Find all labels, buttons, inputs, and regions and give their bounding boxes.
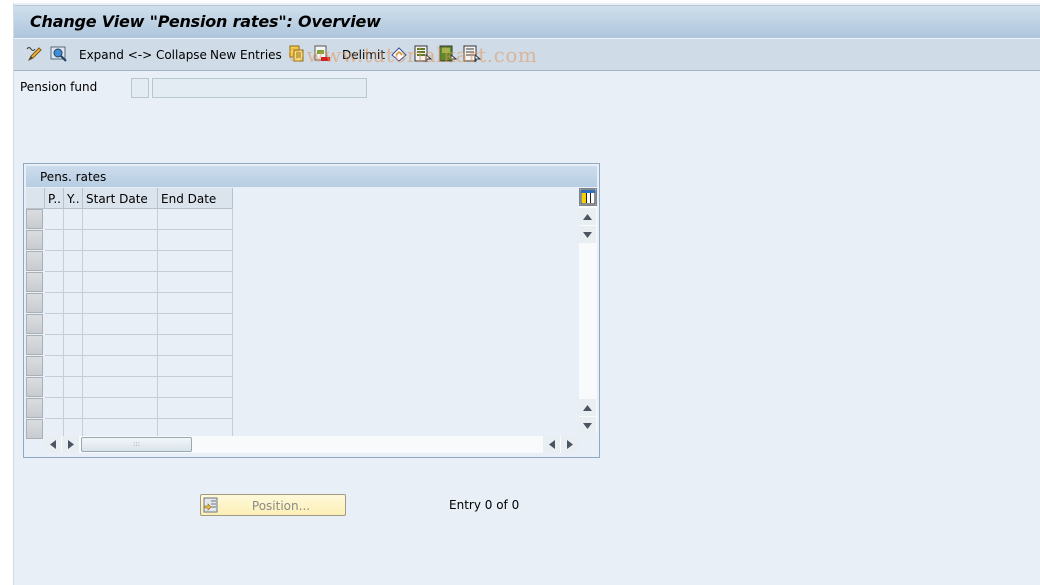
column-header-start-date[interactable]: Start Date xyxy=(83,188,158,209)
table-cell-start-date[interactable] xyxy=(83,314,158,335)
row-selector[interactable] xyxy=(26,251,43,271)
scroll-left-end-button[interactable] xyxy=(543,436,560,453)
table-cell-y[interactable] xyxy=(64,314,83,335)
new-entries-button[interactable]: New Entries xyxy=(210,45,282,65)
table-cell-end-date[interactable] xyxy=(158,272,233,293)
table-cell-y[interactable] xyxy=(64,398,83,419)
title-bar: Change View "Pension rates": Overview xyxy=(14,5,1040,38)
table-cell-end-date[interactable] xyxy=(158,398,233,419)
table-cell-p[interactable] xyxy=(45,314,64,335)
row-selector[interactable] xyxy=(26,398,43,418)
table-cell-start-date[interactable] xyxy=(83,398,158,419)
table-cell-y[interactable] xyxy=(64,251,83,272)
table-cell-p[interactable] xyxy=(45,293,64,314)
application-toolbar: Expand <-> Collapse New Entries Delimit xyxy=(14,38,1040,71)
table-cell-start-date[interactable] xyxy=(83,377,158,398)
table-cell-p[interactable] xyxy=(45,272,64,293)
scroll-right-end-button[interactable] xyxy=(561,436,578,453)
copy-as-icon[interactable] xyxy=(288,45,306,63)
scroll-up-button[interactable] xyxy=(579,208,596,225)
table-cell-p[interactable] xyxy=(45,377,64,398)
delimit-button[interactable]: Delimit xyxy=(342,45,385,65)
pension-fund-text-field xyxy=(152,78,367,98)
arrow-up-icon xyxy=(583,404,592,411)
position-button-label: Position... xyxy=(251,499,311,513)
arrow-right-icon xyxy=(566,440,573,449)
pension-fund-key-field[interactable] xyxy=(131,78,149,98)
column-header-y[interactable]: Y.. xyxy=(64,188,83,209)
table-caption: Pens. rates xyxy=(26,166,597,187)
table-cell-end-date[interactable] xyxy=(158,377,233,398)
arrow-down-icon xyxy=(583,422,592,429)
table-cell-start-date[interactable] xyxy=(83,356,158,377)
row-selector[interactable] xyxy=(26,209,43,229)
table-cell-end-date[interactable] xyxy=(158,293,233,314)
table-cell-end-date[interactable] xyxy=(158,335,233,356)
table-cell-start-date[interactable] xyxy=(83,209,158,230)
scroll-right-button[interactable] xyxy=(62,436,79,453)
table-cell-p[interactable] xyxy=(45,251,64,272)
scroll-page-up-button[interactable] xyxy=(579,399,596,416)
row-selector[interactable] xyxy=(26,314,43,334)
table-cell-start-date[interactable] xyxy=(83,251,158,272)
expand-collapse-button[interactable]: Expand <-> Collapse xyxy=(79,45,207,65)
table-cell-y[interactable] xyxy=(64,272,83,293)
table-cell-p[interactable] xyxy=(45,209,64,230)
deselect-all-icon[interactable] xyxy=(463,45,481,63)
row-selector[interactable] xyxy=(26,335,43,355)
table-cell-start-date[interactable] xyxy=(83,335,158,356)
table-cell-start-date[interactable] xyxy=(83,293,158,314)
sap-screen: Change View "Pension rates": Overview Ex… xyxy=(13,3,1040,585)
row-selector[interactable] xyxy=(26,377,43,397)
column-header-p[interactable]: P.. xyxy=(45,188,64,209)
table-cell-y[interactable] xyxy=(64,356,83,377)
table-cell-p[interactable] xyxy=(45,398,64,419)
table-cell-y[interactable] xyxy=(64,209,83,230)
scroll-down-button[interactable] xyxy=(579,226,596,243)
find-icon[interactable] xyxy=(50,45,68,63)
scroll-page-down-button[interactable] xyxy=(579,417,596,434)
row-selector[interactable] xyxy=(26,419,43,439)
table-cell-p[interactable] xyxy=(45,356,64,377)
row-selector[interactable] xyxy=(26,356,43,376)
table-cell-start-date[interactable] xyxy=(83,230,158,251)
table-cell-end-date[interactable] xyxy=(158,314,233,335)
page-title: Change View "Pension rates": Overview xyxy=(30,12,381,31)
undo-change-icon[interactable] xyxy=(390,45,408,63)
vertical-scrollbar[interactable] xyxy=(579,188,597,434)
table-cell-end-date[interactable] xyxy=(158,251,233,272)
select-all-icon[interactable] xyxy=(414,45,432,63)
arrow-up-icon xyxy=(583,213,592,220)
table-cell-end-date[interactable] xyxy=(158,356,233,377)
arrow-left-icon xyxy=(548,440,555,449)
table-cell-y[interactable] xyxy=(64,377,83,398)
column-header-end-date[interactable]: End Date xyxy=(158,188,233,209)
arrow-down-icon xyxy=(583,231,592,238)
table-settings-icon[interactable] xyxy=(579,188,597,206)
select-all-rows-corner[interactable] xyxy=(26,188,45,209)
row-selector[interactable] xyxy=(26,293,43,313)
position-button[interactable]: Position... xyxy=(200,494,346,516)
table-cell-y[interactable] xyxy=(64,230,83,251)
entry-status: Entry 0 of 0 xyxy=(449,498,520,512)
table-cell-end-date[interactable] xyxy=(158,230,233,251)
select-block-icon[interactable] xyxy=(439,45,457,63)
horizontal-scroll-thumb[interactable]: ::: xyxy=(81,437,192,452)
table-cell-p[interactable] xyxy=(45,335,64,356)
table-cell-end-date[interactable] xyxy=(158,209,233,230)
table-cell-start-date[interactable] xyxy=(83,272,158,293)
arrow-right-icon xyxy=(67,440,74,449)
horizontal-scrollbar[interactable]: ::: xyxy=(44,436,578,453)
row-selector[interactable] xyxy=(26,230,43,250)
delete-icon[interactable] xyxy=(313,45,331,63)
display-change-icon[interactable] xyxy=(26,45,44,63)
table-cell-y[interactable] xyxy=(64,293,83,314)
pension-rates-table: Pens. rates P.. Y.. Start Date End Date xyxy=(23,163,600,458)
pension-fund-label: Pension fund xyxy=(20,80,98,94)
table-cell-p[interactable] xyxy=(45,230,64,251)
table-cell-y[interactable] xyxy=(64,335,83,356)
scroll-left-button[interactable] xyxy=(44,436,61,453)
row-selector[interactable] xyxy=(26,272,43,292)
arrow-left-icon xyxy=(49,440,56,449)
